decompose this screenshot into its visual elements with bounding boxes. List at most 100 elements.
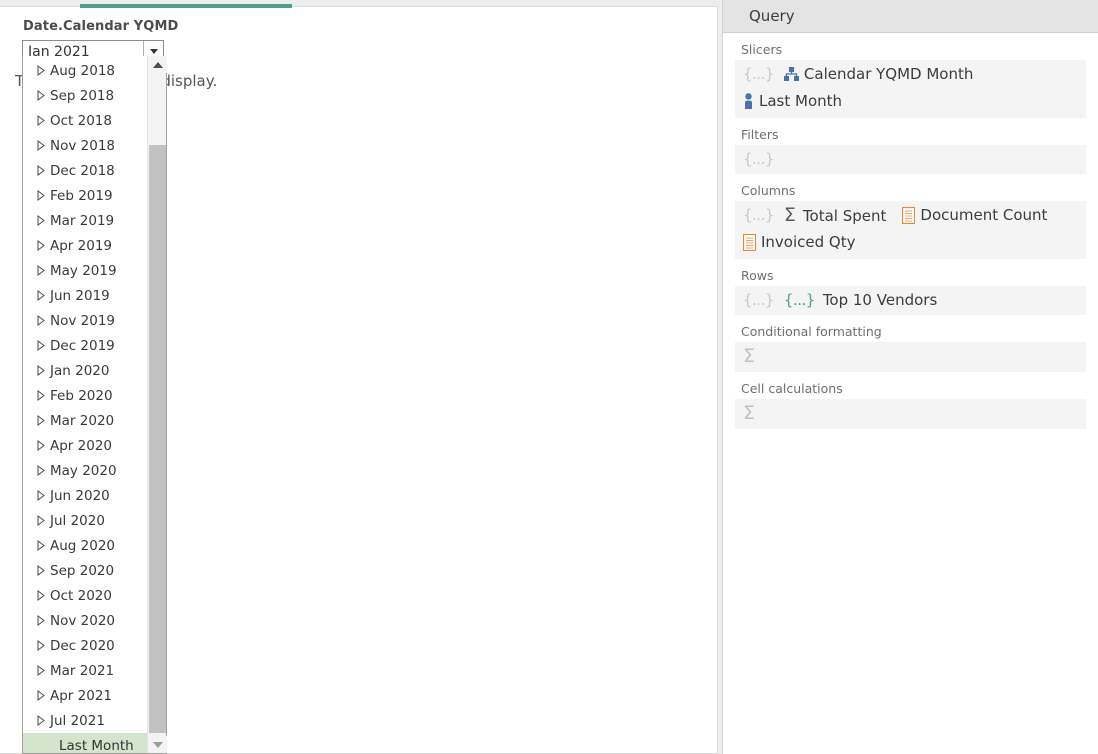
query-section-label: Cell calculations <box>735 377 1086 399</box>
dropdown-option[interactable]: Sep 2020 <box>23 558 147 583</box>
query-section-dropzone[interactable]: {...}{...}Top 10 Vendors <box>735 286 1086 315</box>
expand-triangle-icon[interactable] <box>37 590 45 601</box>
query-section-label: Conditional formatting <box>735 320 1086 342</box>
dropdown-option[interactable]: Dec 2018 <box>23 158 147 183</box>
expand-triangle-icon[interactable] <box>37 165 45 176</box>
dropdown-option[interactable]: Last Month <box>23 733 147 753</box>
query-field-chip[interactable]: Last Month <box>743 92 842 110</box>
query-section-dropzone[interactable]: Σ <box>735 342 1086 372</box>
set-braces-icon: {...} <box>743 206 774 224</box>
expand-triangle-icon[interactable] <box>37 440 45 451</box>
dropdown-option[interactable]: Dec 2020 <box>23 633 147 658</box>
dropdown-option[interactable]: Feb 2019 <box>23 183 147 208</box>
query-field-chip[interactable]: Document Count <box>902 206 1047 224</box>
dropdown-option[interactable]: Nov 2018 <box>23 133 147 158</box>
expand-triangle-icon[interactable] <box>37 515 45 526</box>
expand-triangle-icon[interactable] <box>37 390 45 401</box>
set-braces-icon: {...} <box>743 291 774 309</box>
dropdown-options-container[interactable]: Aug 2018 Sep 2018 Oct 2018Nov 2018Dec 2018… <box>23 56 147 753</box>
query-field-chip[interactable]: {...}Top 10 Vendors <box>784 291 937 309</box>
dropdown-option[interactable]: Jun 2019 <box>23 283 147 308</box>
dropdown-option[interactable]: Jan 2020 <box>23 358 147 383</box>
expand-triangle-icon[interactable] <box>37 665 45 676</box>
dropdown-option[interactable]: Nov 2019 <box>23 308 147 333</box>
set-braces-icon: {...} <box>743 150 774 168</box>
expand-triangle-icon[interactable] <box>37 540 45 551</box>
dropdown-option[interactable]: Jul 2021 <box>23 708 147 733</box>
set-braces-icon: {...} <box>784 291 815 309</box>
dropdown-option[interactable]: May 2019 <box>23 258 147 283</box>
hierarchy-icon <box>784 67 799 81</box>
query-field-chip[interactable]: ΣTotal Spent <box>784 206 886 225</box>
query-panel: Query Slicers {...} Calendar YQMD Month Las… <box>722 0 1098 754</box>
scrollbar-thumb[interactable] <box>149 145 166 733</box>
dropdown-option-label: Dec 2019 <box>50 338 115 354</box>
dropdown-option[interactable]: Jul 2020 <box>23 508 147 533</box>
dropdown-option[interactable]: Mar 2020 <box>23 408 147 433</box>
expand-triangle-icon[interactable] <box>37 415 45 426</box>
dropdown-option[interactable]: Nov 2020 <box>23 608 147 633</box>
dropdown-option[interactable]: Apr 2019 <box>23 233 147 258</box>
expand-triangle-icon[interactable] <box>37 690 45 701</box>
dropdown-option-label: Sep 2018 <box>50 88 114 104</box>
set-braces-icon: {...} <box>743 65 774 83</box>
dropdown-option[interactable]: Sep 2018 <box>23 83 147 108</box>
expand-triangle-icon[interactable] <box>37 65 45 76</box>
dropdown-option[interactable]: Oct 2020 <box>23 583 147 608</box>
query-panel-header: Query <box>723 0 1098 33</box>
dropdown-option-label: Feb 2020 <box>50 388 113 404</box>
dropdown-option-label: Jun 2020 <box>50 488 110 504</box>
query-section-label: Slicers <box>735 38 1086 60</box>
dropdown-option-label: Nov 2019 <box>50 313 115 329</box>
query-section: Filters{...} <box>735 123 1086 174</box>
expand-triangle-icon[interactable] <box>37 90 45 101</box>
expand-triangle-icon[interactable] <box>37 340 45 351</box>
app-root: Date.Calendar YQMD There is no data to d… <box>0 0 1098 754</box>
expand-triangle-icon[interactable] <box>37 140 45 151</box>
expand-triangle-icon[interactable] <box>37 640 45 651</box>
dropdown-scrollbar[interactable] <box>147 56 166 753</box>
dropdown-option[interactable]: Aug 2018 <box>23 58 147 83</box>
query-section-dropzone[interactable]: {...} ΣTotal Spent Document Count Invoiced … <box>735 201 1086 259</box>
expand-triangle-icon[interactable] <box>37 215 45 226</box>
dropdown-option-label: Oct 2020 <box>50 588 112 604</box>
dropdown-option[interactable]: May 2020 <box>23 458 147 483</box>
dropdown-option[interactable]: Aug 2020 <box>23 533 147 558</box>
query-field-chip[interactable]: Invoiced Qty <box>743 233 855 251</box>
expand-triangle-icon[interactable] <box>37 190 45 201</box>
expand-triangle-icon[interactable] <box>37 715 45 726</box>
dropdown-option[interactable]: Apr 2020 <box>23 433 147 458</box>
dropdown-option-label: Jul 2021 <box>50 713 105 729</box>
query-field-label: Total Spent <box>803 207 886 225</box>
expand-triangle-icon[interactable] <box>37 615 45 626</box>
expand-triangle-icon[interactable] <box>37 465 45 476</box>
dropdown-option-label: Jul 2020 <box>50 513 105 529</box>
dropdown-option-label: May 2019 <box>50 263 117 279</box>
dropdown-option-label: Mar 2021 <box>50 663 114 679</box>
expand-triangle-icon[interactable] <box>37 565 45 576</box>
query-field-label: Calendar YQMD Month <box>804 65 973 83</box>
dropdown-option[interactable]: Feb 2020 <box>23 383 147 408</box>
query-field-label: Invoiced Qty <box>761 233 855 251</box>
scroll-up-arrow-icon[interactable] <box>148 56 167 73</box>
expand-triangle-icon[interactable] <box>37 290 45 301</box>
dropdown-option[interactable]: Oct 2018 <box>23 108 147 133</box>
query-section-dropzone[interactable]: Σ <box>735 399 1086 429</box>
scroll-down-arrow-icon[interactable] <box>148 736 167 753</box>
dropdown-option[interactable]: Dec 2019 <box>23 333 147 358</box>
expand-triangle-icon[interactable] <box>37 115 45 126</box>
expand-triangle-icon[interactable] <box>37 265 45 276</box>
query-section-dropzone[interactable]: {...} Calendar YQMD Month Last Month <box>735 60 1086 118</box>
expand-triangle-icon[interactable] <box>37 315 45 326</box>
expand-triangle-icon[interactable] <box>37 490 45 501</box>
date-dropdown-list[interactable]: Aug 2018 Sep 2018 Oct 2018Nov 2018Dec 2018… <box>22 56 167 754</box>
dropdown-option[interactable]: Mar 2019 <box>23 208 147 233</box>
query-section-dropzone[interactable]: {...} <box>735 145 1086 174</box>
dropdown-option[interactable]: Apr 2021 <box>23 683 147 708</box>
expand-triangle-icon[interactable] <box>37 365 45 376</box>
dropdown-option[interactable]: Jun 2020 <box>23 483 147 508</box>
dropdown-option[interactable]: Mar 2021 <box>23 658 147 683</box>
dropdown-option-label: Jun 2019 <box>50 288 110 304</box>
query-field-chip[interactable]: Calendar YQMD Month <box>784 65 973 83</box>
expand-triangle-icon[interactable] <box>37 240 45 251</box>
